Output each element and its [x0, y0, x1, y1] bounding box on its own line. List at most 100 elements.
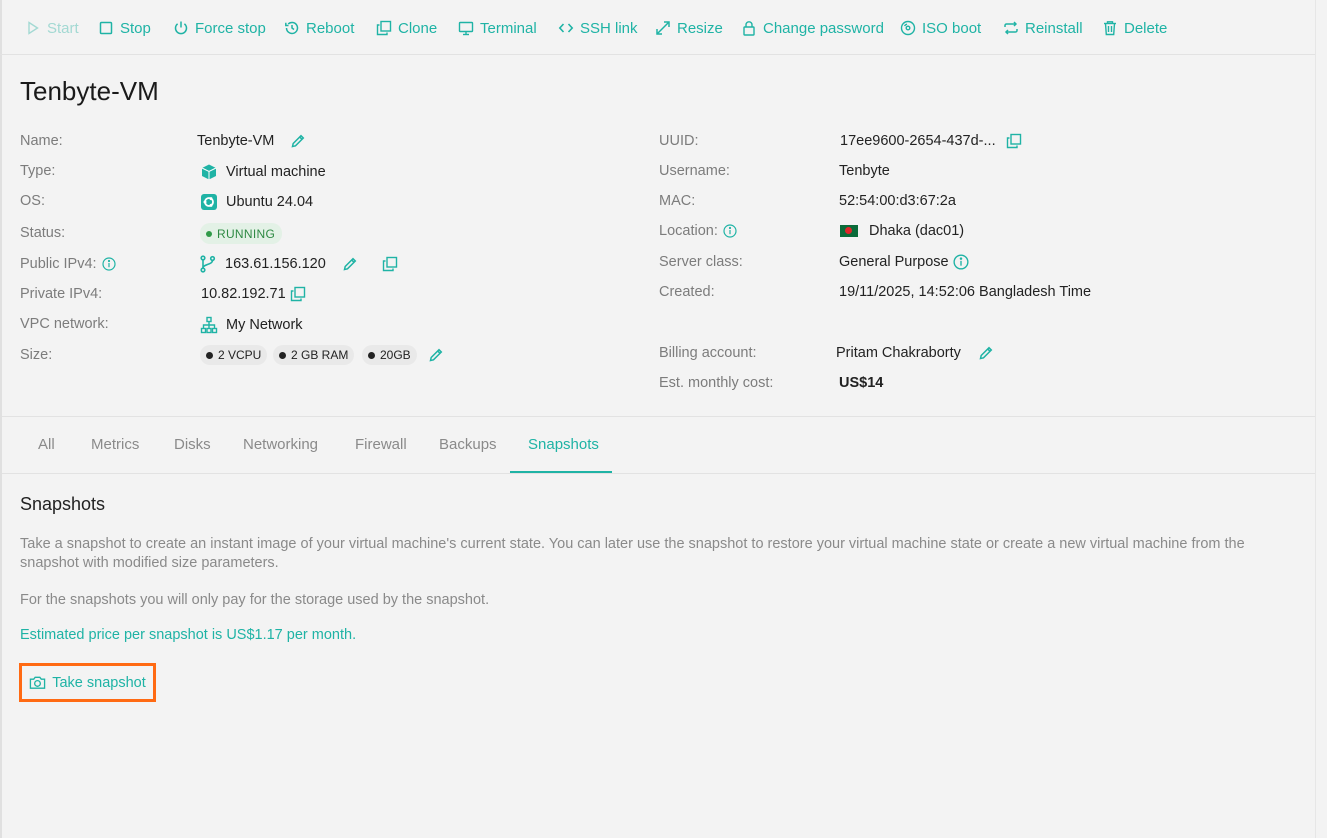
created-label: Created:	[659, 284, 715, 300]
resize-label: Resize	[677, 19, 723, 37]
size-chip-disk-label: 20GB	[380, 348, 411, 362]
clone-label: Clone	[398, 19, 438, 37]
play-icon	[28, 21, 39, 35]
status-value: RUNNING	[217, 226, 276, 241]
copy-ip-icon[interactable]	[382, 256, 398, 272]
tab-networking[interactable]: Networking	[243, 436, 318, 453]
size-chip-disk: 20GB	[362, 345, 417, 365]
bangladesh-flag-icon	[840, 225, 858, 237]
resize-button[interactable]: Resize	[655, 17, 723, 39]
delete-button[interactable]: Delete	[1102, 17, 1167, 39]
public-ipv4-label-row: Public IPv4:	[20, 256, 116, 272]
mac-value: 52:54:00:d3:67:2a	[839, 193, 956, 209]
billing-value: Pritam Chakraborty	[836, 345, 961, 361]
edit-size-pencil-icon[interactable]	[428, 347, 444, 363]
location-value-row: Dhaka (dac01)	[840, 223, 964, 239]
snapshot-price-note: Estimated price per snapshot is US$1.17 …	[20, 627, 357, 643]
reinstall-label: Reinstall	[1025, 19, 1083, 37]
created-value: 19/11/2025, 14:52:06 Bangladesh Time	[839, 284, 1092, 300]
private-ipv4-value-row: 10.82.192.71	[201, 286, 306, 302]
disc-icon	[900, 20, 916, 36]
reinstall-button[interactable]: Reinstall	[1003, 17, 1083, 39]
vpc-value-row: My Network	[200, 316, 303, 334]
username-label: Username:	[659, 163, 730, 179]
reboot-button[interactable]: Reboot	[284, 17, 354, 39]
change-password-button[interactable]: Change password	[741, 17, 884, 39]
name-label: Name:	[20, 133, 63, 149]
take-snapshot-label: Take snapshot	[52, 674, 146, 691]
tabs-top-divider	[2, 416, 1315, 417]
status-badge: RUNNING	[200, 223, 283, 244]
private-ipv4-label: Private IPv4:	[20, 286, 103, 302]
size-chip-ram-label: 2 GB RAM	[291, 348, 349, 362]
size-label: Size:	[20, 347, 53, 363]
snapshots-storage-note: For the snapshots you will only pay for …	[20, 592, 490, 608]
mac-label: MAC:	[659, 193, 696, 209]
reboot-label: Reboot	[306, 19, 355, 37]
snapshots-description-line2: snapshot with modified size parameters.	[20, 555, 279, 571]
stop-button[interactable]: Stop	[98, 17, 151, 39]
iso-boot-button[interactable]: ISO boot	[900, 17, 981, 39]
ubuntu-icon	[201, 194, 217, 210]
ssh-link-button[interactable]: SSH link	[558, 17, 638, 39]
uuid-value-row: 17ee9600-2654-437d-...	[840, 133, 1022, 149]
cube-icon	[201, 164, 217, 180]
info-icon[interactable]	[953, 254, 969, 270]
expand-arrows-icon	[656, 21, 670, 35]
network-icon	[200, 316, 218, 334]
type-value-row: Virtual machine	[200, 163, 326, 181]
info-icon[interactable]	[723, 224, 737, 238]
take-snapshot-button[interactable]: Take snapshot	[19, 663, 156, 702]
public-ipv4-label: Public IPv4:	[20, 256, 97, 272]
size-chip-vcpu: 2 VCPU	[200, 345, 268, 365]
snapshots-section-title: Snapshots	[20, 494, 106, 514]
cost-value: US$14	[839, 375, 884, 391]
cost-label: Est. monthly cost:	[659, 375, 774, 391]
name-value-row: Tenbyte-VM	[197, 133, 306, 149]
force-stop-button[interactable]: Force stop	[173, 17, 266, 39]
location-value: Dhaka (dac01)	[869, 223, 965, 239]
tab-metrics[interactable]: Metrics	[91, 436, 139, 453]
status-label: Status:	[20, 225, 66, 241]
clone-button[interactable]: Clone	[376, 17, 437, 39]
os-value: Ubuntu 24.04	[226, 194, 314, 210]
tab-snapshots[interactable]: Snapshots	[528, 436, 599, 453]
status-dot	[206, 230, 212, 237]
location-label-row: Location:	[659, 223, 737, 239]
edit-ip-pencil-icon[interactable]	[342, 256, 358, 272]
trash-icon	[1104, 21, 1116, 36]
right-border	[1315, 0, 1316, 838]
tab-backups[interactable]: Backups	[439, 436, 497, 453]
copy-private-ip-icon[interactable]	[290, 286, 306, 302]
square-stop-icon	[99, 21, 113, 35]
billing-label: Billing account:	[659, 345, 757, 361]
tab-firewall[interactable]: Firewall	[355, 436, 407, 453]
stop-label: Stop	[120, 19, 151, 37]
terminal-label: Terminal	[480, 19, 537, 37]
left-border	[0, 0, 2, 838]
code-icon	[558, 23, 574, 33]
terminal-button[interactable]: Terminal	[458, 17, 537, 39]
start-button[interactable]: Start	[25, 17, 79, 39]
copy-uuid-icon[interactable]	[1006, 133, 1022, 149]
info-icon[interactable]	[101, 257, 116, 271]
change-password-label: Change password	[763, 19, 884, 37]
chip-dot	[279, 351, 286, 359]
force-stop-label: Force stop	[195, 19, 266, 37]
uuid-label: UUID:	[659, 133, 699, 149]
type-value: Virtual machine	[226, 164, 326, 180]
size-chip-vcpu-label: 2 VCPU	[218, 348, 262, 362]
edit-billing-pencil-icon[interactable]	[978, 345, 994, 361]
edit-name-pencil-icon[interactable]	[290, 133, 306, 149]
vpc-value: My Network	[226, 317, 303, 333]
copy-icon	[376, 20, 392, 36]
ssh-link-label: SSH link	[580, 19, 638, 37]
vpc-label: VPC network:	[20, 316, 109, 332]
tab-disks[interactable]: Disks	[174, 436, 211, 453]
size-chip-ram: 2 GB RAM	[273, 345, 355, 365]
history-icon	[285, 21, 299, 35]
username-value: Tenbyte	[839, 163, 890, 179]
os-label: OS:	[20, 193, 45, 209]
tab-all[interactable]: All	[38, 436, 55, 453]
camera-icon	[29, 676, 46, 689]
